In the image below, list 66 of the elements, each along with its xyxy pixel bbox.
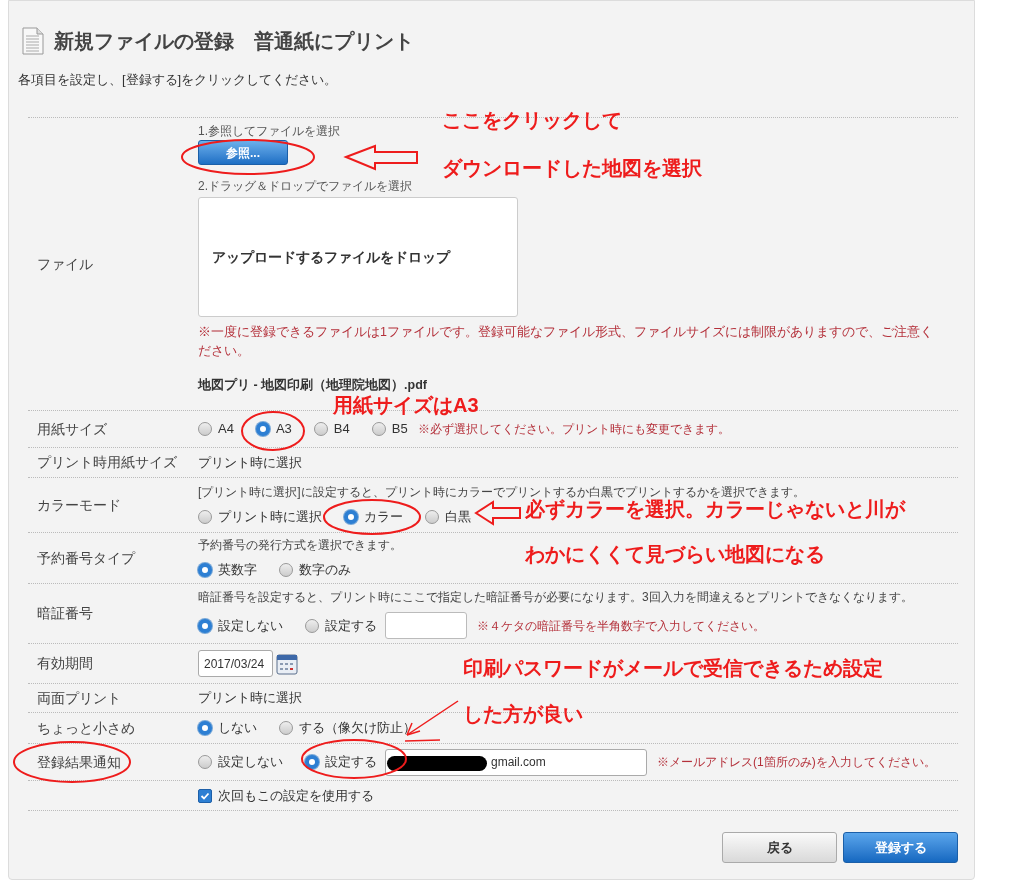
radio-button[interactable] xyxy=(305,755,319,769)
field-label: プリント時用紙サイズ xyxy=(37,453,177,472)
annotation-text: 用紙サイズはA3 xyxy=(333,393,479,417)
field-label: 用紙サイズ xyxy=(37,419,107,439)
date-field[interactable]: 2017/03/24 xyxy=(198,650,273,677)
radio-option[interactable]: 設定しない xyxy=(198,752,283,772)
step-text: 2.ドラッグ＆ドロップでファイルを選択 xyxy=(198,178,412,195)
annotation-text: わかにくくて見づらい地図になる xyxy=(525,542,825,566)
radio-option[interactable]: 白黒 xyxy=(425,507,471,527)
radio-option[interactable]: B4 xyxy=(313,419,350,439)
document-icon xyxy=(22,27,44,55)
radio-button[interactable] xyxy=(198,721,212,735)
drop-zone[interactable]: アップロードするファイルをドロップ xyxy=(198,197,518,317)
radio-option[interactable]: 設定する xyxy=(305,752,377,772)
email-field[interactable]: gmail.com xyxy=(385,748,647,776)
checkmark-icon xyxy=(200,790,210,801)
field-label: 登録結果通知 xyxy=(37,752,121,772)
radio-option[interactable]: カラー xyxy=(344,507,403,527)
instruction-text: 各項目を設定し、[登録する]をクリックしてください。 xyxy=(17,71,339,89)
checkbox-option[interactable]: 次回もこの設定を使用する xyxy=(198,785,374,806)
note-text: ※メールアドレス(1箇所のみ)を入力してください。 xyxy=(657,754,936,771)
step-text: 1.参照してファイルを選択 xyxy=(198,123,340,140)
field-label: ファイル xyxy=(37,254,93,274)
submit-button[interactable]: 登録する xyxy=(843,832,958,863)
annotation-text: 印刷パスワードがメールで受信できるため設定 xyxy=(463,656,883,680)
radio-button[interactable] xyxy=(198,618,212,633)
radio-button[interactable] xyxy=(344,510,358,524)
pin-field[interactable] xyxy=(385,612,467,639)
file-name: 地図プリ - 地図印刷（地理院地図）.pdf xyxy=(198,377,427,394)
radio-option[interactable]: A3 xyxy=(255,419,292,439)
value-text: プリント時に選択 xyxy=(198,453,302,472)
note-text: ※４ケタの暗証番号を半角数字で入力してください。 xyxy=(477,617,765,635)
field-label: ちょっと小さめ xyxy=(37,718,135,738)
annotation-text: した方が良い xyxy=(463,702,583,726)
radio-option[interactable]: 数字のみ xyxy=(279,560,351,580)
description-text: 暗証番号を設定すると、プリント時にここで指定した暗証番号が必要になります。3回入力を間違えるとプリントできなくなります。 xyxy=(198,589,913,606)
field-label: 有効期間 xyxy=(37,654,93,673)
description-text: [プリント時に選択]に設定すると、プリント時にカラーでプリントするか白黒でプリントするかを選択できます。 xyxy=(198,484,805,500)
radio-option[interactable]: する（像欠け防止） xyxy=(279,718,416,738)
page-title: 新規ファイルの登録 普通紙にプリント xyxy=(54,29,414,54)
radio-button[interactable] xyxy=(255,422,270,436)
radio-button[interactable] xyxy=(198,563,212,577)
field-label: 両面プリント xyxy=(37,688,121,708)
annotation-text: ここをクリックして xyxy=(442,108,622,132)
note-text: ※一度に登録できるファイルは1ファイルです。登録可能なファイル形式、ファイルサイズには制限がありますので、ご注意ください。 xyxy=(198,324,934,360)
calendar-icon[interactable] xyxy=(276,652,298,675)
radio-option[interactable]: しない xyxy=(198,718,257,738)
field-label: 暗証番号 xyxy=(37,604,93,623)
field-label: 予約番号タイプ xyxy=(37,548,135,568)
description-text: 予約番号の発行方式を選択できます。 xyxy=(198,537,402,555)
radio-option[interactable]: 英数字 xyxy=(198,560,257,580)
annotation-text: ダウンロードした地図を選択 xyxy=(442,156,702,180)
arrow-drawing xyxy=(474,500,521,526)
radio-option[interactable]: A4 xyxy=(198,419,234,439)
radio-option[interactable]: B5 xyxy=(371,419,408,439)
arrow-drawing xyxy=(404,700,459,742)
radio-option[interactable]: 設定する xyxy=(305,615,377,636)
annotation-text: 必ずカラーを選択。カラーじゃないと川が xyxy=(525,497,905,521)
value-text: プリント時に選択 xyxy=(198,689,302,708)
radio-option[interactable]: 設定しない xyxy=(198,615,283,636)
note-text: ※必ず選択してください。プリント時にも変更できます。 xyxy=(417,421,730,438)
field-label: カラーモード xyxy=(37,495,121,515)
radio-option[interactable]: プリント時に選択 xyxy=(198,507,322,527)
highlight-ellipse xyxy=(241,411,305,451)
browse-button[interactable]: 参照... xyxy=(198,140,288,165)
back-button[interactable]: 戻る xyxy=(722,832,837,863)
